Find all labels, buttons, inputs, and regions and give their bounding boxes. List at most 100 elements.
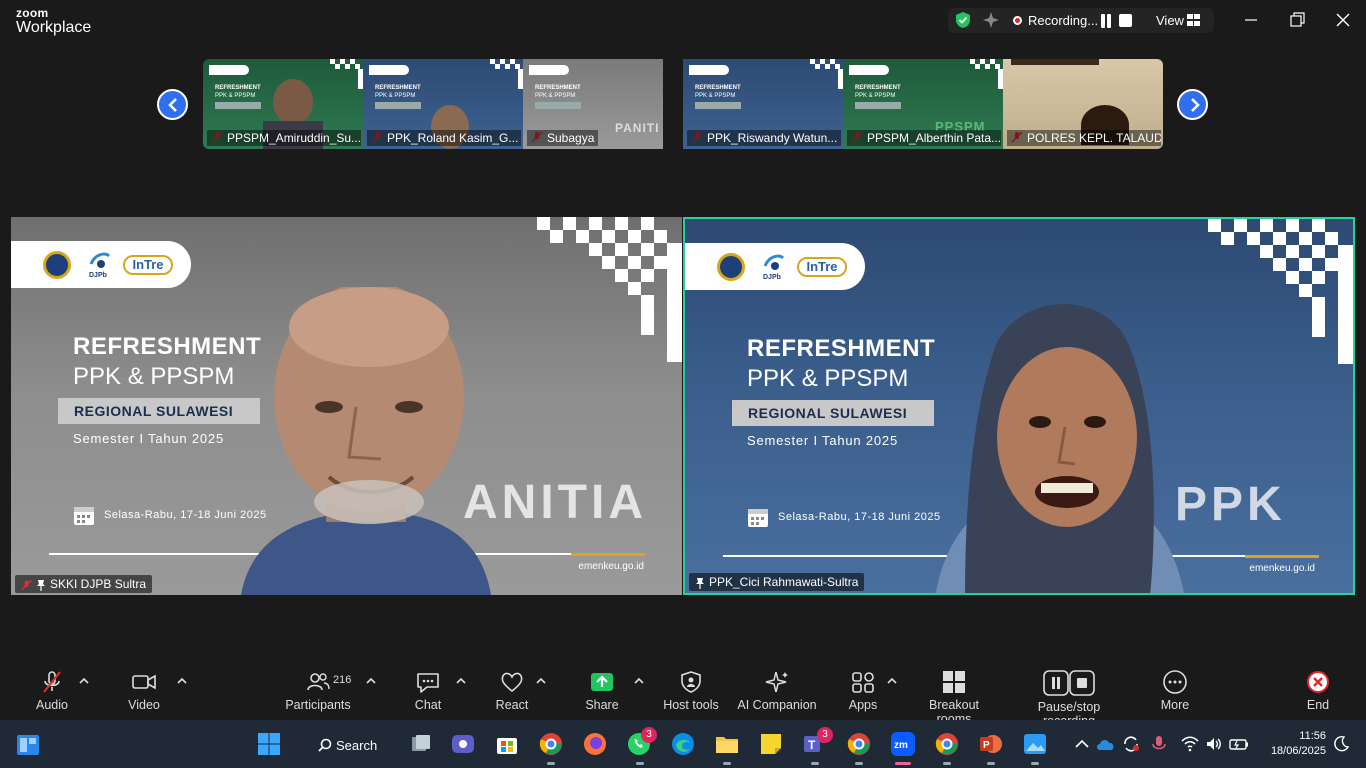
participant-name-tag: PPK_Cici Rahmawati-Sultra (689, 573, 865, 591)
filmstrip-name: PPK_Roland Kasim_G... (367, 130, 521, 146)
host-tools-button[interactable]: Host tools (661, 670, 721, 712)
filmstrip-name: Subagya (527, 130, 599, 146)
more-button[interactable]: More (1155, 670, 1195, 712)
slide-pattern-icon (330, 59, 363, 89)
view-button[interactable]: View (1156, 13, 1184, 28)
djpb-label: DJPb (763, 274, 781, 281)
chrome-icon[interactable] (539, 732, 563, 756)
encryption-shield-icon[interactable] (955, 11, 971, 29)
filmstrip-tile[interactable]: REFRESHMENT PPK & PPSPM PPK_Roland Kasim_… (363, 59, 523, 149)
participant-video (241, 287, 491, 595)
sticky-notes-icon[interactable] (759, 732, 783, 756)
kemenkeu-seal-icon (717, 253, 745, 281)
filmstrip-prev-button[interactable] (157, 89, 188, 120)
chat-button[interactable]: Chat (408, 670, 448, 712)
zoom-window: zoom Workplace Recording... View REFRESH… (0, 0, 1366, 768)
filmstrip-tile[interactable]: REFRESHMENT PPK & PPSPM PANITI Subagya (523, 59, 683, 149)
do-not-disturb-icon[interactable] (1332, 735, 1350, 753)
slide-title: REFRESHMENT (747, 335, 936, 362)
apps-button[interactable]: Apps (843, 670, 883, 712)
slide-watermark: PPK (1175, 478, 1286, 531)
more-ellipsis-icon (1163, 670, 1187, 694)
firefox-icon[interactable] (583, 732, 607, 756)
meet-app-icon[interactable] (451, 732, 475, 756)
intress-logo: InTre (123, 255, 173, 275)
restore-icon[interactable] (1287, 10, 1307, 30)
pin-icon (696, 577, 704, 589)
participant-video (935, 304, 1185, 593)
onedrive-icon[interactable] (1096, 735, 1116, 753)
slide-title: REFRESHMENT (73, 333, 262, 360)
ai-companion-label: AI Companion (737, 698, 817, 712)
pause-recording-icon[interactable] (1098, 13, 1114, 29)
filmstrip-next-button[interactable] (1177, 89, 1208, 120)
participant-name: SKKI DJPB Sultra (50, 577, 147, 591)
audio-options-chevron-icon[interactable] (79, 677, 89, 685)
apps-options-chevron-icon[interactable] (887, 677, 897, 685)
slide-pattern-icon (810, 59, 843, 89)
chrome-running-indicator (943, 762, 951, 765)
chrome-profile-2-icon[interactable] (935, 732, 959, 756)
view-grid-icon[interactable] (1187, 14, 1200, 26)
slide-subtitle: PPK & PPSPM (747, 365, 909, 392)
filmstrip-name: POLRES KEPL. TALAUD (1007, 130, 1161, 146)
filmstrip-tile[interactable]: REFRESHMENT PPK & PPSPM PPSPM_Amiruddin_S… (203, 59, 363, 149)
react-button[interactable]: React (492, 670, 532, 712)
sync-icon[interactable] (1122, 735, 1140, 753)
search-label: Search (336, 738, 378, 753)
react-label: React (495, 698, 529, 712)
volume-icon[interactable] (1205, 735, 1223, 753)
stop-recording-icon[interactable] (1119, 14, 1132, 27)
svg-text:P: P (983, 740, 990, 751)
djpb-logo-icon (763, 254, 785, 270)
chrome-profile-icon[interactable] (847, 732, 871, 756)
react-options-chevron-icon[interactable] (536, 677, 546, 685)
task-view-icon[interactable] (409, 732, 433, 756)
video-label: Video (128, 698, 160, 712)
calendar-icon (748, 509, 768, 527)
video-tile-ppk-cici-rahmawati[interactable]: DJPb InTre REFRESHMENT PPK & PPSPM REGIO… (683, 217, 1355, 595)
more-label: More (1160, 698, 1190, 712)
windows-start-icon[interactable] (257, 732, 281, 756)
chat-options-chevron-icon[interactable] (456, 677, 466, 685)
recording-dot-icon (1013, 16, 1022, 25)
ai-companion-status-icon[interactable] (982, 11, 1000, 29)
wifi-icon[interactable] (1181, 735, 1199, 753)
audio-button[interactable]: Audio (32, 670, 72, 712)
video-options-chevron-icon[interactable] (177, 677, 187, 685)
widgets-icon[interactable] (16, 733, 40, 757)
chat-bubble-icon (417, 673, 439, 693)
heart-icon (501, 672, 523, 693)
filmstrip-tile[interactable]: POLRES KEPL. TALAUD (1003, 59, 1163, 149)
taskbar-search[interactable]: Search (306, 731, 386, 759)
close-icon[interactable] (1333, 10, 1353, 30)
edge-icon[interactable] (671, 732, 695, 756)
filmstrip-tile[interactable]: REFRESHMENT PPK & PPSPM PPK_Riswandy Watu… (683, 59, 843, 149)
participants-options-chevron-icon[interactable] (366, 677, 376, 685)
ai-companion-button[interactable]: AI Companion (736, 670, 818, 712)
brand-zoom: zoom (16, 6, 49, 20)
taskbar-clock[interactable]: 11:56 18/06/2025 (1256, 729, 1326, 759)
chevron-right-icon (1191, 98, 1200, 112)
end-call-icon (1307, 671, 1329, 693)
show-hidden-icons-chevron-icon[interactable] (1073, 735, 1091, 753)
powerpoint-icon[interactable]: P (979, 732, 1003, 756)
microsoft-store-icon[interactable] (495, 732, 519, 756)
photos-icon[interactable] (1023, 732, 1047, 756)
filmstrip-tile[interactable]: REFRESHMENT PPK & PPSPM PPSPM PPSPM_Alber… (843, 59, 1003, 149)
microphone-in-use-icon[interactable] (1150, 735, 1168, 753)
zoom-icon[interactable]: zm (891, 732, 915, 756)
chevron-left-icon (168, 98, 177, 112)
file-explorer-icon[interactable] (715, 732, 739, 756)
video-button[interactable]: Video (124, 670, 164, 712)
minimize-icon[interactable] (1241, 10, 1261, 30)
share-button[interactable]: Share (582, 670, 622, 712)
clock-time: 11:56 (1299, 730, 1326, 742)
battery-icon[interactable] (1229, 735, 1249, 753)
end-meeting-button[interactable]: End (1298, 670, 1338, 712)
share-options-chevron-icon[interactable] (634, 677, 644, 685)
chrome-profile-running-indicator (855, 762, 863, 765)
whatsapp-badge: 3 (641, 727, 657, 743)
video-tile-skki-djpb-sultra[interactable]: DJPb InTre REFRESHMENT PPK & PPSPM REGIO… (11, 217, 682, 595)
breakout-rooms-button[interactable]: Breakout rooms (910, 670, 998, 726)
